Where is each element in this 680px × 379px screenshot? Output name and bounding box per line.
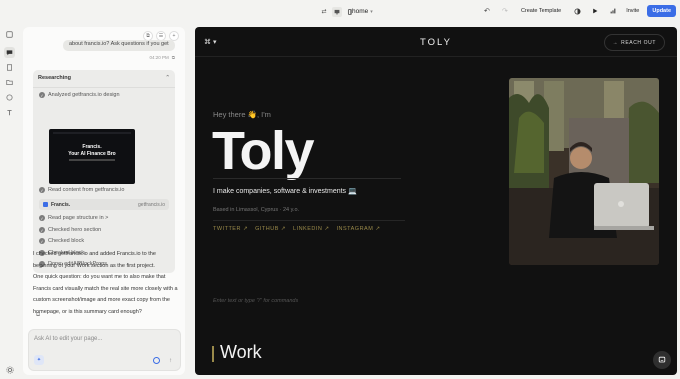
attach-icon[interactable]: ✦	[34, 355, 44, 365]
preview-line	[69, 159, 115, 161]
social-links: TWITTER ↗ GITHUB ↗ LINKEDIN ↗ INSTAGRAM …	[213, 226, 380, 232]
page-icon[interactable]	[4, 62, 15, 73]
chevron-down-icon: ▾	[370, 8, 373, 15]
check-icon: ✓	[39, 92, 45, 98]
preview-title: Francis.	[82, 144, 102, 150]
ai-chat-panel: ⧉ ☰ + about francis.io? Ask questions if…	[23, 27, 185, 375]
work-section-title: Work	[220, 342, 262, 362]
research-step: ✓ Checked hero section	[39, 227, 101, 233]
step-label: Read page structure in >	[48, 215, 109, 221]
left-rail	[0, 0, 19, 379]
site-preview-thumbnail: Francis. Your AI Finance Bro	[49, 129, 135, 184]
files-icon[interactable]	[4, 77, 15, 88]
preview-subtitle: Your AI Finance Bro	[68, 151, 116, 157]
hero-portrait-photo	[509, 78, 659, 265]
research-step: ✓ Analyzed getfrancis.io design	[39, 92, 120, 98]
source-domain: getfrancis.io	[138, 201, 165, 208]
chevron-up-icon: ⌃	[165, 75, 170, 81]
chat-icon[interactable]	[4, 47, 15, 58]
create-template-button[interactable]: Create Template	[518, 6, 564, 16]
desktop-view-icon[interactable]	[332, 6, 342, 17]
linkedin-link[interactable]: LINKEDIN ↗	[293, 226, 330, 232]
reach-out-label: REACH OUT	[621, 39, 656, 46]
update-button[interactable]: Update	[647, 5, 676, 17]
step-label: Read content from getfrancis.io	[48, 187, 125, 193]
step-label: Analyzed getfrancis.io design	[48, 92, 120, 98]
command-hint[interactable]: Enter text or type "/" for commands	[213, 298, 298, 304]
research-step: ✓ Read content from getfrancis.io	[39, 187, 124, 193]
toolbar-actions: ↶ ↷ Create Template Invite Update	[482, 5, 676, 17]
step-label: Checked hero section	[48, 227, 102, 233]
page-name: home	[352, 8, 369, 15]
check-icon: ✓	[39, 187, 45, 193]
github-link[interactable]: GITHUB ↗	[255, 226, 286, 232]
divider	[33, 87, 175, 88]
message-time: 04:20 PM	[149, 55, 169, 60]
collapse-icon[interactable]: ⇄	[319, 7, 329, 17]
analytics-icon[interactable]	[608, 6, 618, 16]
copy-reply-icon[interactable]: ⧉	[34, 311, 42, 319]
hero-location: Based in Limassol, Cyprus · 24 y.o.	[213, 207, 300, 213]
hero-greeting: Hey there 👋, I'm	[213, 110, 271, 119]
support-chat-icon[interactable]	[653, 351, 671, 369]
source-name: Francis.	[51, 201, 71, 208]
step-label: Checked block	[48, 238, 85, 244]
check-icon: ✓	[39, 238, 45, 244]
twitter-link[interactable]: TWITTER ↗	[213, 226, 248, 232]
user-message: about francis.io? Ask questions if you g…	[63, 40, 175, 51]
settings-icon[interactable]	[4, 364, 15, 375]
theme-toggle-icon[interactable]	[572, 6, 582, 16]
research-card: Researching ⌃ ✓ Analyzed getfrancis.io d…	[33, 70, 175, 273]
check-icon: ✓	[39, 227, 45, 233]
arrow-right-icon: →	[612, 39, 619, 46]
reach-out-button[interactable]: → REACH OUT	[603, 34, 665, 51]
copy-message-icon[interactable]: ⧉	[172, 55, 175, 60]
play-icon[interactable]	[590, 6, 600, 16]
divider	[213, 178, 401, 179]
page-selector[interactable]: home ▾	[352, 6, 373, 17]
palette-icon[interactable]	[4, 92, 15, 103]
undo-icon[interactable]: ↶	[482, 6, 492, 16]
invite-button[interactable]: Invite	[626, 8, 639, 14]
divider	[213, 220, 405, 221]
source-chip[interactable]: Francis. getfrancis.io	[39, 199, 169, 210]
site-navbar: ⌘ ▾ TOLY → REACH OUT	[195, 27, 677, 57]
message-meta: 04:20 PM ⧉	[150, 55, 175, 60]
research-header[interactable]: Researching ⌃	[38, 75, 170, 81]
text-icon[interactable]	[4, 107, 15, 118]
chat-composer[interactable]: Ask AI to edit your page... ✦ ↑	[28, 329, 181, 371]
preview-nav	[53, 132, 131, 134]
redo-icon[interactable]: ↷	[500, 6, 510, 16]
hero-tagline: I make companies, software & investments…	[213, 188, 357, 195]
context-ring-icon	[153, 357, 160, 364]
hero-name: Toly	[212, 121, 315, 181]
research-step: ✓ Checked block	[39, 238, 84, 244]
site-canvas: ⌘ ▾ TOLY → REACH OUT Hey there 👋, I'm To…	[195, 27, 677, 375]
site-favicon-icon	[43, 202, 48, 207]
send-icon[interactable]: ↑	[166, 356, 175, 365]
section-accent-bar	[212, 346, 214, 362]
check-icon: ✓	[39, 215, 45, 221]
ai-reply-summary: I checked getfrancis.io and added Franci…	[33, 251, 156, 269]
instagram-link[interactable]: INSTAGRAM ↗	[337, 226, 381, 232]
ai-reply-question: One quick question: do you want me to al…	[33, 274, 178, 315]
research-title: Researching	[38, 75, 72, 81]
home-icon[interactable]	[4, 29, 15, 40]
composer-input[interactable]: Ask AI to edit your page...	[34, 336, 102, 342]
research-step: ✓ Read page structure in >	[39, 215, 108, 221]
top-toolbar: ⇄ home ▾ ↶ ↷ Create Template Invite Upda…	[19, 0, 680, 24]
